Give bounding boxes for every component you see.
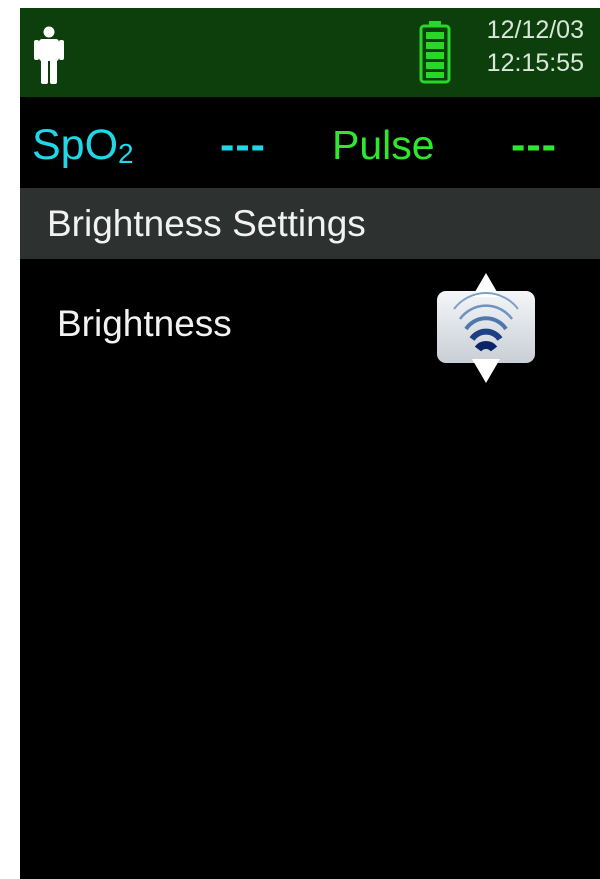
setting-row-brightness[interactable]: Brightness: [20, 259, 600, 389]
section-title: Brightness Settings: [47, 203, 366, 244]
device-screen: 12/12/03 12:15:55 SpO2 --- Pulse --- Bri…: [20, 8, 600, 879]
date-text: 12/12/03: [486, 16, 584, 44]
battery-icon: [419, 21, 451, 84]
setting-label-brightness: Brightness: [57, 303, 232, 344]
pulse-label: Pulse: [332, 122, 435, 168]
time-text: 12:15:55: [486, 49, 584, 77]
person-icon: [34, 26, 64, 84]
brightness-adjust-icon[interactable]: [434, 265, 544, 383]
spo2-label: SpO2: [32, 121, 134, 169]
pulse-value: ---: [511, 121, 557, 169]
vitals-bar: SpO2 --- Pulse ---: [20, 97, 600, 188]
spo2-value: ---: [220, 121, 266, 169]
section-header: Brightness Settings: [20, 188, 600, 259]
datetime-display: 12/12/03 12:15:55: [487, 14, 584, 80]
status-bar: 12/12/03 12:15:55: [20, 8, 600, 97]
